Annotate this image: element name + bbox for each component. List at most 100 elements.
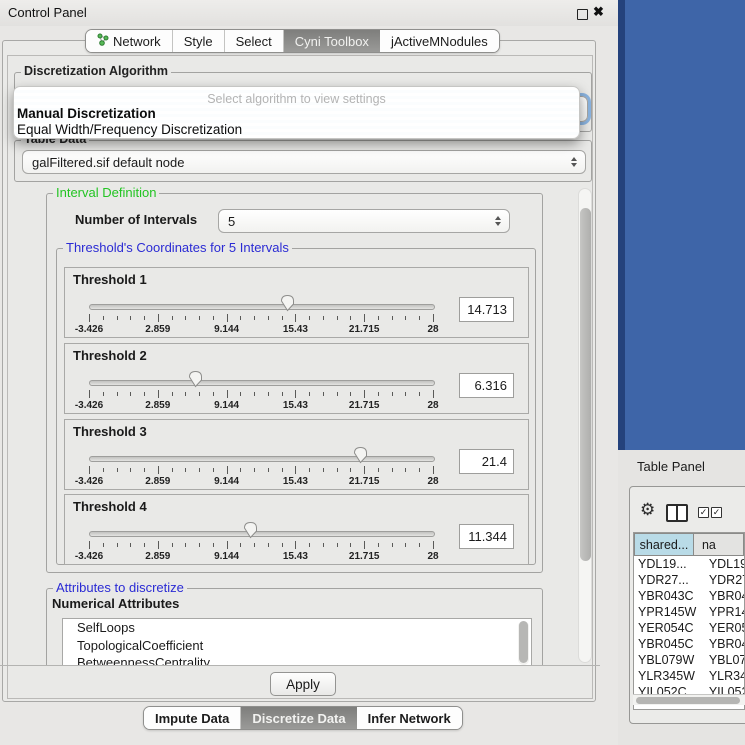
tick-mark [103, 468, 104, 472]
number-of-intervals-combobox[interactable]: 5 [218, 209, 510, 233]
threshold-slider-thumb[interactable] [243, 521, 258, 539]
columns-icon[interactable] [666, 504, 688, 522]
tick-mark [117, 316, 118, 320]
numerical-attributes-list: SelfLoopsTopologicalCoefficientBetweenne… [62, 618, 532, 666]
tick-mark [282, 543, 283, 547]
tab-network[interactable]: Network [86, 30, 173, 52]
tab-jactivemnodules[interactable]: jActiveMNodules [380, 30, 499, 52]
tick-label: 2.859 [145, 400, 170, 411]
tick-mark [433, 390, 434, 398]
tick-label: 15.43 [283, 324, 308, 335]
cell-name: YDL19... [703, 557, 744, 571]
tick-mark [199, 392, 200, 396]
table-row[interactable]: YLR345WYLR345W [634, 668, 744, 684]
threshold-slider-track[interactable] [89, 531, 435, 537]
tab-style[interactable]: Style [173, 30, 225, 52]
tick-mark [158, 466, 159, 474]
checkbox-icon[interactable]: ✓ [711, 507, 722, 518]
threshold-value-field[interactable]: 21.4 [459, 449, 514, 474]
threshold-slider-track[interactable] [89, 456, 435, 462]
vertical-scrollbar-thumb[interactable] [580, 208, 591, 561]
combo-stepper-icon[interactable] [495, 216, 501, 226]
popup-hint-text: Select algorithm to view settings [14, 92, 579, 106]
tick-label: 21.715 [349, 551, 380, 562]
tick-mark [254, 543, 255, 547]
attribute-list-item[interactable]: BetweennessCentrality [63, 654, 531, 666]
table-row[interactable]: YER054CYER054C [634, 620, 744, 636]
combo-stepper-icon[interactable] [571, 157, 577, 167]
tab-cyni-toolbox[interactable]: Cyni Toolbox [284, 30, 380, 52]
tick-label: 9.144 [214, 400, 239, 411]
tick-label: -3.426 [75, 476, 103, 487]
tick-label: 9.144 [214, 551, 239, 562]
tab-discretize-data[interactable]: Discretize Data [241, 707, 356, 729]
tick-mark [103, 316, 104, 320]
checkbox-icon[interactable]: ✓ [698, 507, 709, 518]
threshold-slider-track[interactable] [89, 304, 435, 310]
threshold-slider-thumb[interactable] [280, 294, 295, 312]
table-row[interactable]: YBL079WYBL079W [634, 652, 744, 668]
tick-mark [89, 390, 90, 398]
tick-mark [323, 392, 324, 396]
tick-mark [144, 468, 145, 472]
tick-mark [117, 543, 118, 547]
algorithm-option[interactable]: Manual Discretization [17, 106, 156, 121]
tick-mark [282, 316, 283, 320]
cell-shared-name: YER054C [634, 621, 703, 635]
algorithm-option[interactable]: Equal Width/Frequency Discretization [17, 122, 242, 137]
float-window-icon[interactable] [577, 9, 588, 20]
threshold-slider-thumb[interactable] [188, 370, 203, 388]
tick-label: 15.43 [283, 476, 308, 487]
threshold-label: Threshold 1 [73, 272, 147, 287]
tick-label: 9.144 [214, 476, 239, 487]
tick-mark [419, 543, 420, 547]
table-row[interactable]: YDR27...YDR27... [634, 572, 744, 588]
threshold-label: Threshold 2 [73, 348, 147, 363]
tick-mark [337, 543, 338, 547]
tab-select[interactable]: Select [225, 30, 284, 52]
attribute-list-item[interactable]: SelfLoops [63, 619, 531, 637]
tick-mark [172, 468, 173, 472]
tick-mark [89, 314, 90, 322]
threshold-slider-track[interactable] [89, 380, 435, 386]
table-data-combobox[interactable]: galFiltered.sif default node [22, 150, 586, 174]
attribute-list-item[interactable]: TopologicalCoefficient [63, 637, 531, 655]
threshold-panel: Threshold 1-3.4262.8599.14415.4321.71528… [64, 267, 529, 338]
threshold-slider-thumb[interactable] [353, 446, 368, 464]
tick-label: 28 [427, 551, 438, 562]
tick-mark [117, 392, 118, 396]
apply-button[interactable]: Apply [270, 672, 336, 696]
threshold-value-field[interactable]: 11.344 [459, 524, 514, 549]
threshold-label: Threshold 4 [73, 499, 147, 514]
tick-mark [433, 314, 434, 322]
threshold-value-field[interactable]: 14.713 [459, 297, 514, 322]
tab-label: Network [113, 34, 161, 49]
table-row[interactable]: YBR045CYBR045C [634, 636, 744, 652]
numerical-attributes-label: Numerical Attributes [52, 596, 179, 611]
gear-icon[interactable]: ⚙ [640, 501, 655, 518]
tick-mark [364, 541, 365, 549]
tick-mark [172, 316, 173, 320]
desktop-background: GAL80GALCGAL11GAL4GCY1HHAP2 [618, 0, 745, 450]
cell-shared-name: YDL19... [634, 557, 703, 571]
close-icon[interactable]: ✖ [593, 4, 604, 20]
tab-impute-data[interactable]: Impute Data [144, 707, 241, 729]
horizontal-scrollbar-thumb[interactable] [636, 697, 740, 704]
list-scrollbar-thumb[interactable] [519, 621, 528, 663]
column-header-name[interactable]: na [694, 533, 744, 556]
table-row[interactable]: YBR043CYBR043C [634, 588, 744, 604]
table-row[interactable]: YPR145WYPR145W [634, 604, 744, 620]
tick-mark [378, 316, 379, 320]
tick-mark [392, 316, 393, 320]
list-scrollbar [518, 621, 529, 665]
attributes-group-title: Attributes to discretize [53, 580, 187, 595]
table-row[interactable]: YDL19...YDL19... [634, 556, 744, 572]
threshold-panel: Threshold 4-3.4262.8599.14415.4321.71528… [64, 494, 529, 565]
threshold-value-field[interactable]: 6.316 [459, 373, 514, 398]
tab-infer-network[interactable]: Infer Network [357, 707, 462, 729]
column-header-shared-name[interactable]: shared... [634, 533, 694, 556]
tick-label: 15.43 [283, 400, 308, 411]
tick-mark [350, 392, 351, 396]
tick-mark [254, 468, 255, 472]
tick-mark [419, 316, 420, 320]
